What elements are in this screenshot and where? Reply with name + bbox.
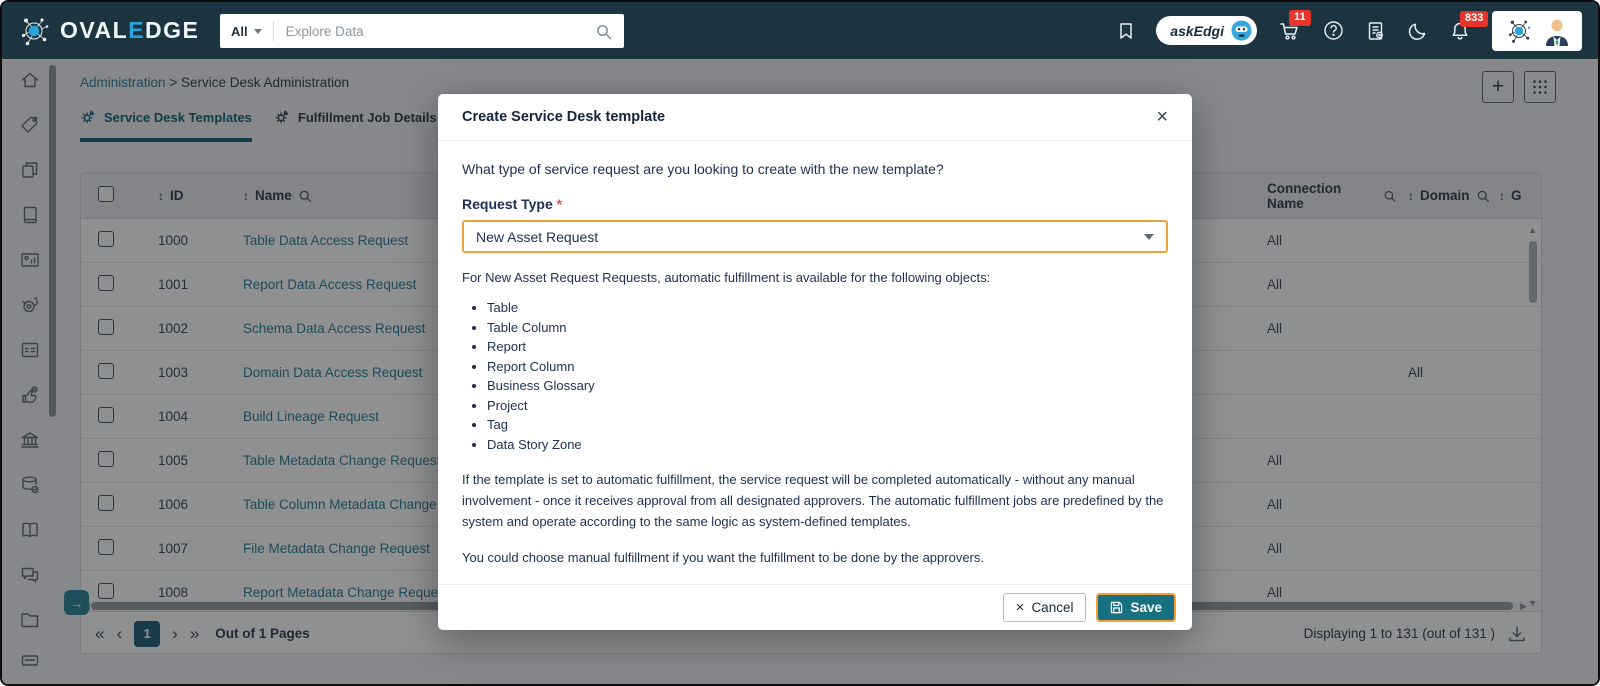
askedgi-robot-icon: [1231, 20, 1252, 41]
notifications-badge: 833: [1460, 11, 1488, 27]
object-item: Business Glossary: [487, 376, 1168, 396]
request-type-value: New Asset Request: [476, 229, 598, 245]
help-icon[interactable]: [1323, 20, 1344, 41]
cart-icon[interactable]: 11: [1278, 19, 1302, 43]
modal-question: What type of service request are you loo…: [462, 161, 1168, 177]
app-gear-molecule-icon: [1504, 16, 1534, 46]
manual-fulfillment-paragraph: You could choose manual fulfillment if y…: [462, 547, 1168, 568]
page-body: → Administration > Service Desk Administ…: [2, 59, 1598, 686]
ovaledge-molecule-icon: [16, 13, 52, 49]
search-scope-dropdown[interactable]: All: [220, 14, 273, 48]
object-item: Project: [487, 396, 1168, 416]
cancel-button[interactable]: ×Cancel: [1003, 593, 1087, 622]
required-asterisk: *: [557, 196, 562, 212]
chevron-down-icon: [1144, 234, 1154, 240]
request-type-label: Request Type *: [462, 196, 1168, 212]
object-item: Tag: [487, 415, 1168, 435]
notifications-bell-icon[interactable]: 833: [1449, 20, 1471, 42]
release-notes-icon[interactable]: [1365, 20, 1387, 42]
chevron-down-icon: [254, 29, 262, 34]
object-item: Table Column: [487, 318, 1168, 338]
save-button[interactable]: Save: [1096, 593, 1176, 622]
object-item: Report Column: [487, 357, 1168, 377]
app-window: OVALEDGE All askEdgi 11: [0, 0, 1600, 686]
object-item: Data Story Zone: [487, 435, 1168, 455]
profile-menu[interactable]: [1492, 11, 1582, 51]
objects-list: TableTable ColumnReportReport ColumnBusi…: [487, 298, 1168, 454]
askedgi-button[interactable]: askEdgi: [1156, 16, 1257, 45]
brand-logo[interactable]: OVALEDGE: [16, 13, 199, 49]
fulfillment-info-line: For New Asset Request Requests, automati…: [462, 270, 1168, 285]
create-template-modal: Create Service Desk template × What type…: [438, 94, 1192, 630]
object-item: Report: [487, 337, 1168, 357]
search-input[interactable]: [274, 24, 595, 39]
search-icon[interactable]: [595, 23, 612, 40]
auto-fulfillment-paragraph: If the template is set to automatic fulf…: [462, 469, 1168, 532]
dark-mode-moon-icon[interactable]: [1408, 21, 1428, 41]
close-icon[interactable]: ×: [1156, 107, 1168, 127]
modal-body: What type of service request are you loo…: [438, 141, 1192, 568]
object-item: Table: [487, 298, 1168, 318]
cart-badge: 11: [1289, 10, 1311, 26]
save-floppy-icon: [1110, 601, 1123, 614]
user-avatar: [1544, 16, 1570, 46]
top-navbar: OVALEDGE All askEdgi 11: [2, 2, 1598, 59]
global-search: All: [220, 14, 624, 48]
request-type-select[interactable]: New Asset Request: [462, 220, 1168, 253]
modal-title: Create Service Desk template: [462, 109, 665, 125]
brand-wordmark: OVALEDGE: [60, 17, 199, 44]
bookmark-icon[interactable]: [1117, 21, 1135, 41]
modal-header: Create Service Desk template ×: [438, 94, 1192, 141]
navbar-actions: askEdgi 11 833: [1117, 2, 1582, 59]
close-icon: ×: [1016, 600, 1025, 615]
modal-footer: ×Cancel Save: [438, 584, 1192, 630]
